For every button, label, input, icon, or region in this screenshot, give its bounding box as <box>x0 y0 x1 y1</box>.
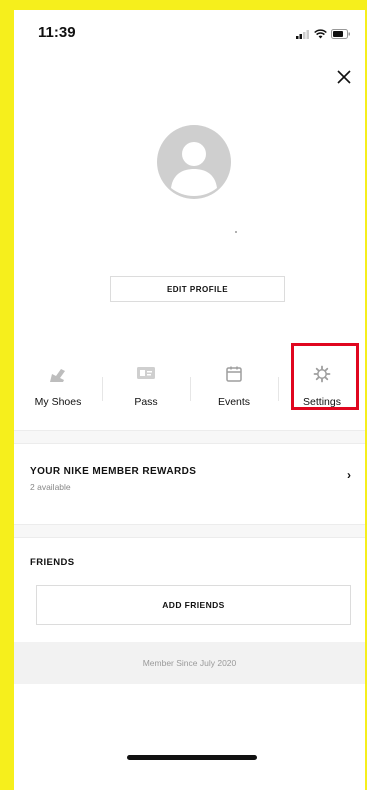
home-indicator[interactable] <box>127 755 257 760</box>
section-divider <box>14 524 365 538</box>
quick-link-label: Pass <box>134 396 158 408</box>
quick-link-label: My Shoes <box>34 396 82 408</box>
user-name-placeholder <box>235 231 237 233</box>
quick-link-pass[interactable]: Pass <box>102 355 190 415</box>
gear-icon <box>313 365 331 388</box>
member-since-banner: Member Since July 2020 <box>14 642 365 684</box>
calendar-icon <box>225 365 243 388</box>
status-bar: 11:39 <box>14 10 365 50</box>
battery-icon <box>331 26 351 44</box>
quick-link-label: Settings <box>303 396 341 408</box>
rewards-title: YOUR NIKE MEMBER REWARDS <box>30 466 197 477</box>
rewards-subtitle: 2 available <box>30 482 71 492</box>
avatar-placeholder-icon <box>157 125 231 199</box>
profile-screen: 11:39 EDIT PROFILE My Shoes Pass Events … <box>14 10 365 790</box>
shoe-icon <box>47 365 69 392</box>
section-divider <box>14 430 365 444</box>
status-time: 11:39 <box>38 24 76 41</box>
quick-link-events[interactable]: Events <box>190 355 278 415</box>
member-since-text: Member Since July 2020 <box>142 658 237 668</box>
chevron-right-icon: › <box>347 468 351 482</box>
avatar <box>157 125 231 199</box>
add-friends-button[interactable]: ADD FRIENDS <box>36 585 351 625</box>
edit-profile-button[interactable]: EDIT PROFILE <box>110 276 285 302</box>
signal-icon <box>296 26 310 44</box>
quick-links: My Shoes Pass Events Settings <box>14 355 365 415</box>
status-icons <box>296 26 351 44</box>
quick-link-my-shoes[interactable]: My Shoes <box>14 355 102 415</box>
close-icon <box>337 70 351 84</box>
pass-card-icon <box>136 365 156 386</box>
close-button[interactable] <box>331 64 357 90</box>
quick-link-settings[interactable]: Settings <box>278 355 365 415</box>
wifi-icon <box>314 26 327 44</box>
member-rewards-row[interactable]: YOUR NIKE MEMBER REWARDS 2 available › <box>14 456 365 511</box>
friends-title: FRIENDS <box>30 557 75 568</box>
quick-link-label: Events <box>217 396 251 408</box>
